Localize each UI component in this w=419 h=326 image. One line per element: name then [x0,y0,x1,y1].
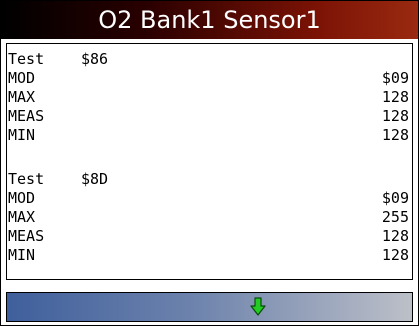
meas-value: 128 [381,227,409,245]
min-label: MIN [8,246,36,264]
mod-label: MOD [8,189,36,207]
mod-value: $09 [381,189,409,207]
test-label: Test [8,170,45,188]
status-bar [6,292,413,322]
test-label: Test [8,50,45,68]
mod-row: MOD $09 [7,189,412,208]
meas-value: 128 [381,107,409,125]
meas-row: MEAS 128 [7,227,412,246]
mod-row: MOD $09 [7,69,412,88]
max-label: MAX [8,208,36,226]
max-value: 255 [381,208,409,226]
meas-label: MEAS [8,227,45,245]
min-value: 128 [381,246,409,264]
scan-tool-screen: O2 Bank1 Sensor1 Test $86 MOD $09 MAX 12… [0,0,419,326]
test-results-panel: Test $86 MOD $09 MAX 128 MEAS 128 MIN 12… [6,43,413,280]
min-row: MIN 128 [7,126,412,145]
test-id: $86 [81,50,109,68]
max-value: 128 [381,88,409,106]
mod-value: $09 [381,69,409,87]
max-row: MAX 255 [7,208,412,227]
mod-label: MOD [8,69,36,87]
test-header-row: Test $86 [7,50,412,69]
min-label: MIN [8,126,36,144]
max-label: MAX [8,88,36,106]
test-id: $8D [81,170,109,188]
screen-title: O2 Bank1 Sensor1 [1,1,418,39]
max-row: MAX 128 [7,88,412,107]
test-header-row: Test $8D [7,170,412,189]
test-group-2: Test $8D MOD $09 MAX 255 MEAS 128 MIN 12… [7,170,412,265]
min-row: MIN 128 [7,246,412,265]
test-group-1: Test $86 MOD $09 MAX 128 MEAS 128 MIN 12… [7,50,412,145]
arrow-down-icon-graphic [250,297,266,316]
meas-label: MEAS [8,107,45,125]
meas-row: MEAS 128 [7,107,412,126]
arrow-down-icon[interactable] [249,297,267,317]
min-value: 128 [381,126,409,144]
